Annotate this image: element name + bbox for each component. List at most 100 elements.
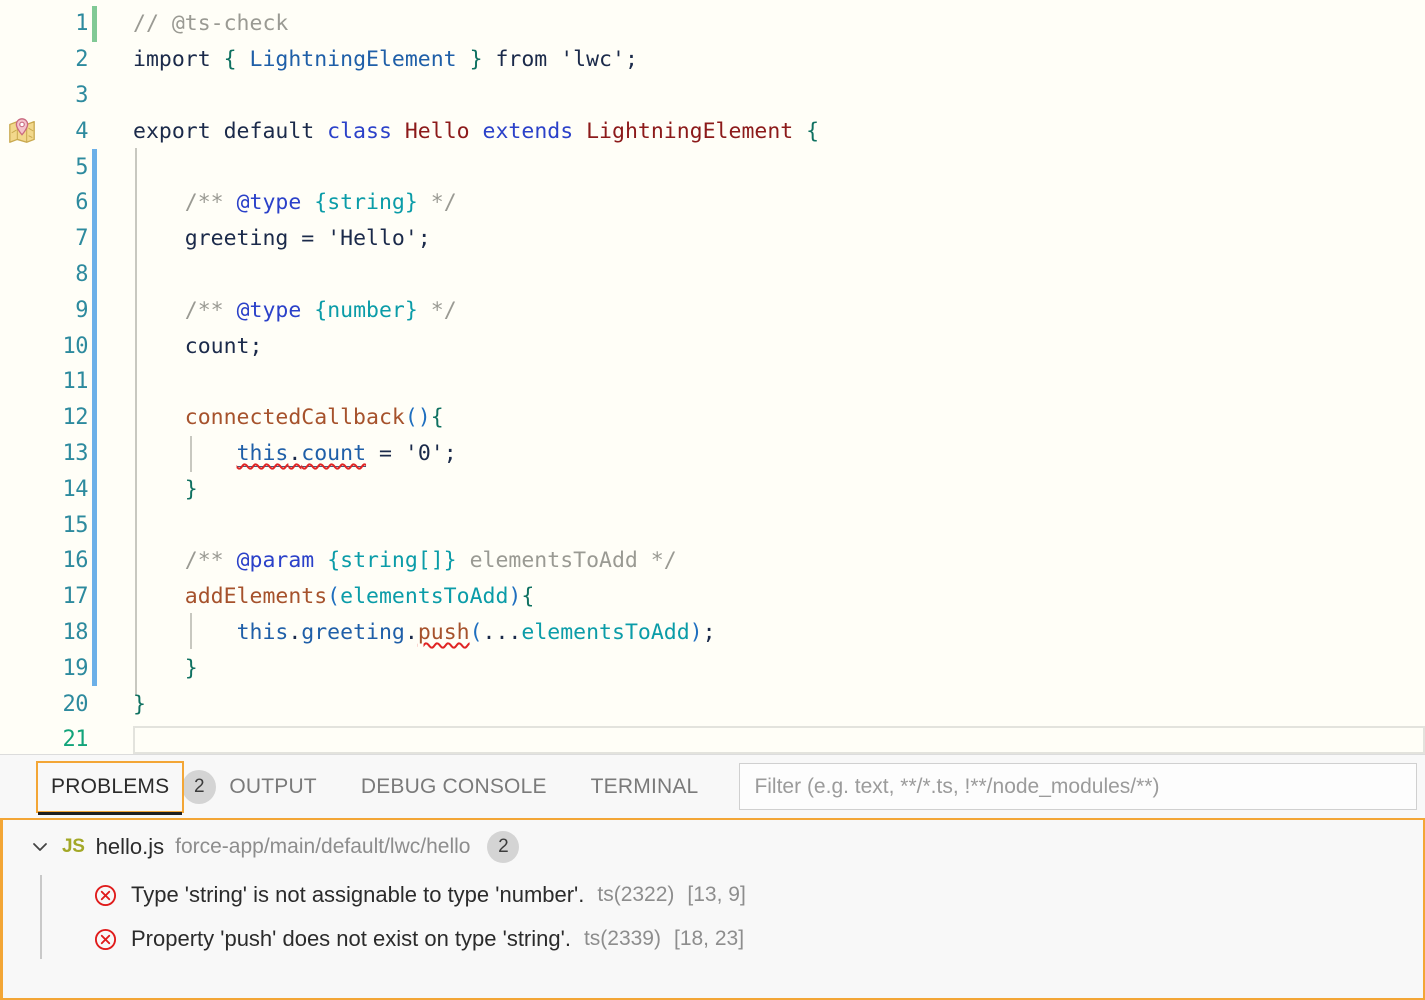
- code-text-2: import { LightningElement } from 'lwc';: [133, 47, 638, 73]
- diff-marker-modified: [92, 363, 97, 400]
- code-line-1[interactable]: 1 // @ts-check: [0, 6, 1425, 42]
- code-line-14[interactable]: 14 }: [0, 471, 1425, 508]
- code-line-17[interactable]: 17 addElements(elementsToAdd){: [0, 578, 1425, 615]
- code-line-10[interactable]: 10 count;: [0, 328, 1425, 364]
- code-line-18[interactable]: 18 this.greeting.push(...elementsToAdd);: [0, 614, 1425, 651]
- line-number-21[interactable]: 21: [0, 727, 89, 752]
- vscode-window: 1 // @ts-check 2 import { LightningEleme…: [0, 0, 1425, 1000]
- tab-debug-console[interactable]: DEBUG CONSOLE: [348, 763, 560, 811]
- line-number-20[interactable]: 20: [0, 692, 89, 717]
- code-text-6: /** @type {string} */: [184, 190, 457, 216]
- problems-count-badge: 2: [182, 769, 217, 804]
- code-text-19: }: [184, 655, 198, 681]
- diff-marker-modified: [92, 184, 97, 221]
- code-line-15[interactable]: 15: [0, 507, 1425, 543]
- code-line-11[interactable]: 11: [0, 363, 1425, 400]
- code-line-20[interactable]: 20 }: [0, 686, 1425, 722]
- line-number-3[interactable]: 3: [0, 83, 88, 108]
- diff-marker-modified: [92, 292, 97, 329]
- problems-file-count-badge: 2: [487, 831, 520, 863]
- problem-message: Property 'push' does not exist on type '…: [131, 926, 571, 951]
- problems-file-row[interactable]: JS hello.js force-app/main/default/lwc/h…: [3, 827, 1423, 867]
- line-number-4[interactable]: 4: [0, 119, 88, 144]
- tab-problems-label: PROBLEMS: [51, 774, 170, 798]
- line-number-18[interactable]: 18: [0, 620, 89, 645]
- code-line-19[interactable]: 19 }: [0, 650, 1425, 687]
- line-number-11[interactable]: 11: [0, 369, 89, 394]
- chevron-down-icon[interactable]: [29, 836, 51, 858]
- line-number-17[interactable]: 17: [0, 584, 89, 609]
- code-line-9[interactable]: 9 /** @type {number} */: [0, 292, 1425, 329]
- code-editor[interactable]: 1 // @ts-check 2 import { LightningEleme…: [0, 0, 1425, 754]
- code-text-13: this.count = '0';: [236, 440, 457, 467]
- tab-problems[interactable]: PROBLEMS: [35, 760, 185, 815]
- code-text-20: }: [133, 691, 146, 717]
- line-number-6[interactable]: 6: [0, 190, 88, 215]
- tab-terminal-label: TERMINAL: [590, 774, 699, 798]
- problem-row[interactable]: Type 'string' is not assignable to type …: [3, 873, 1423, 917]
- error-circle-x-icon: [93, 883, 118, 908]
- problems-list[interactable]: JS hello.js force-app/main/default/lwc/h…: [0, 818, 1425, 1000]
- code-text-10: count;: [184, 333, 263, 359]
- problems-filter-input[interactable]: [739, 763, 1417, 810]
- tab-debug-console-label: DEBUG CONSOLE: [360, 774, 547, 798]
- code-line-16[interactable]: 16 /** @param {string[]} elementsToAdd *…: [0, 542, 1425, 579]
- line-number-8[interactable]: 8: [0, 262, 88, 287]
- current-line-highlight: [133, 725, 1425, 754]
- line-number-7[interactable]: 7: [0, 226, 88, 251]
- line-number-13[interactable]: 13: [0, 441, 89, 466]
- tab-output[interactable]: OUTPUT: [216, 763, 330, 811]
- code-lines: 1 // @ts-check 2 import { LightningEleme…: [0, 0, 1425, 754]
- problem-code: ts(2339): [583, 927, 661, 950]
- code-line-6[interactable]: 6 /** @type {string} */: [0, 184, 1425, 221]
- tab-terminal[interactable]: TERMINAL: [578, 763, 712, 811]
- problem-position: [18, 23]: [673, 927, 745, 950]
- code-line-2[interactable]: 2 import { LightningElement } from 'lwc'…: [0, 42, 1425, 78]
- diff-marker-modified: [92, 614, 97, 651]
- code-text-16: /** @param {string[]} elementsToAdd */: [184, 548, 677, 574]
- code-line-7[interactable]: 7 greeting = 'Hello';: [0, 220, 1425, 257]
- code-text-18: this.greeting.push(...elementsToAdd);: [236, 619, 716, 645]
- line-number-5[interactable]: 5: [0, 155, 88, 180]
- diff-marker-modified: [92, 256, 97, 293]
- problem-row[interactable]: Property 'push' does not exist on type '…: [3, 917, 1423, 961]
- code-text-17: addElements(elementsToAdd){: [184, 584, 535, 610]
- line-number-16[interactable]: 16: [0, 548, 89, 573]
- line-number-14[interactable]: 14: [0, 477, 89, 502]
- code-line-4[interactable]: 4 export default class Hello extends Lig…: [0, 113, 1425, 149]
- line-number-10[interactable]: 10: [0, 334, 89, 359]
- diff-marker-modified: [92, 578, 97, 615]
- diff-marker-modified: [92, 399, 97, 436]
- code-line-21[interactable]: 21: [0, 722, 1425, 754]
- diff-marker-modified: [92, 435, 97, 472]
- code-text-7: greeting = 'Hello';: [184, 226, 431, 252]
- line-number-9[interactable]: 9: [0, 298, 88, 323]
- line-number-1[interactable]: 1: [0, 11, 88, 36]
- error-circle-x-icon: [93, 927, 118, 952]
- code-line-12[interactable]: 12 connectedCallback(){: [0, 399, 1425, 436]
- line-number-2[interactable]: 2: [0, 47, 88, 72]
- tab-output-label: OUTPUT: [229, 774, 317, 798]
- code-text-14: }: [184, 476, 198, 502]
- problems-file-path: force-app/main/default/lwc/hello: [175, 835, 471, 858]
- code-line-5[interactable]: 5: [0, 149, 1425, 185]
- code-text-12: connectedCallback(){: [184, 405, 444, 431]
- filter-field-wrapper: [739, 763, 1425, 810]
- diff-marker-modified: [92, 542, 97, 579]
- panel-tab-bar: PROBLEMS 2 OUTPUT DEBUG CONSOLE TERMINAL: [0, 755, 1425, 818]
- problems-file-name: hello.js: [95, 834, 165, 859]
- problems-children: Type 'string' is not assignable to type …: [3, 873, 1423, 961]
- diff-marker-modified: [92, 650, 97, 687]
- code-line-3[interactable]: 3: [0, 78, 1425, 114]
- diff-marker-modified: [92, 471, 97, 508]
- line-number-12[interactable]: 12: [0, 405, 89, 430]
- line-number-19[interactable]: 19: [0, 656, 89, 681]
- code-line-13[interactable]: 13 this.count = '0';: [0, 435, 1425, 472]
- problem-code: ts(2322): [597, 883, 675, 906]
- diff-marker-modified: [92, 149, 97, 185]
- diff-marker-modified: [92, 507, 97, 543]
- code-line-8[interactable]: 8: [0, 256, 1425, 293]
- problem-message: Type 'string' is not assignable to type …: [131, 882, 585, 907]
- line-number-15[interactable]: 15: [0, 513, 89, 538]
- diff-marker-modified: [92, 220, 97, 257]
